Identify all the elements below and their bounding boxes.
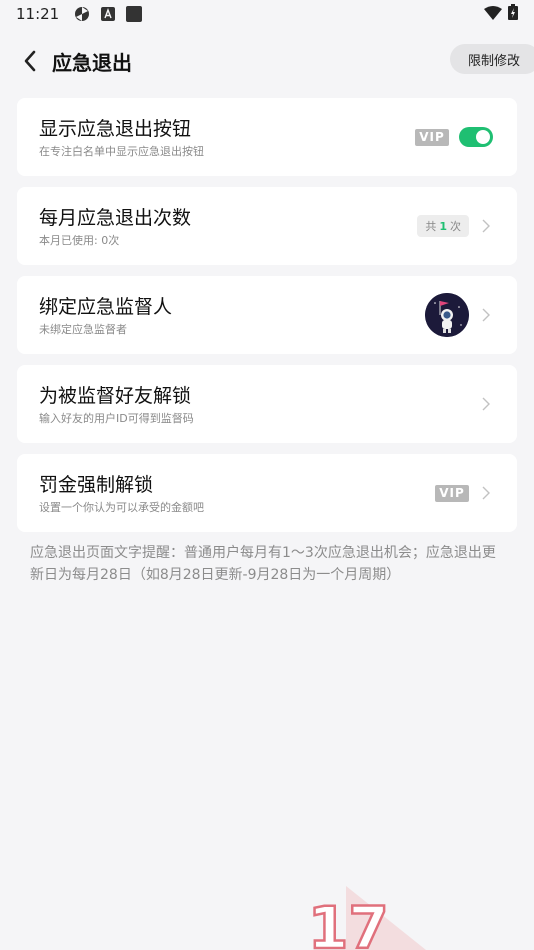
vip-badge: VIP <box>435 484 469 502</box>
setting-penalty-unlock[interactable]: 罚金强制解锁 设置一个你认为可以承受的金额吧 VIP <box>17 454 517 532</box>
watermark-logo: 17 <box>306 886 426 950</box>
setting-title: 显示应急退出按钮 <box>39 118 192 140</box>
chevron-right-icon <box>479 307 493 323</box>
a-icon <box>99 5 117 23</box>
status-time: 11:21 <box>16 5 60 23</box>
vip-badge: VIP <box>415 128 449 146</box>
battery-icon <box>508 4 518 24</box>
show-exit-toggle[interactable] <box>459 127 493 147</box>
reminder-note: 应急退出页面文字提醒：普通用户每月有1～3次应急退出机会；应急退出更新日为每月2… <box>30 545 496 583</box>
setting-subtitle: 输入好友的用户ID可得到监督码 <box>39 412 194 425</box>
page-title: 应急退出 <box>52 50 132 75</box>
back-button[interactable] <box>10 41 50 81</box>
wifi-icon <box>484 5 502 24</box>
setting-show-exit-button[interactable]: 显示应急退出按钮 在专注白名单中显示应急退出按钮 VIP <box>17 98 517 176</box>
chevron-right-icon <box>479 485 493 501</box>
limit-modify-button[interactable]: 限制修改 <box>449 44 534 74</box>
setting-subtitle: 在专注白名单中显示应急退出按钮 <box>39 145 204 158</box>
setting-title: 罚金强制解锁 <box>39 474 154 496</box>
count-prefix: 共 <box>425 220 437 233</box>
setting-subtitle: 设置一个你认为可以承受的金额吧 <box>39 501 204 514</box>
chevron-right-icon <box>479 218 493 234</box>
watermark-text: 17 <box>308 894 389 950</box>
count-pill: 共 1 次 <box>417 215 469 237</box>
setting-unlock-friend[interactable]: 为被监督好友解锁 输入好友的用户ID可得到监督码 <box>17 365 517 443</box>
setting-monthly-exit-count[interactable]: 每月应急退出次数 本月已使用: 0次 共 1 次 <box>17 187 517 265</box>
count-suffix: 次 <box>450 220 461 233</box>
setting-subtitle: 未绑定应急监督者 <box>39 323 127 336</box>
back-arrow-icon <box>24 50 36 72</box>
status-bar: 11:21 <box>0 0 534 28</box>
toggle-knob <box>476 130 490 144</box>
astronaut-avatar <box>425 293 469 337</box>
pinwheel-icon <box>73 5 91 23</box>
square-icon <box>125 5 143 23</box>
count-value: 1 <box>439 219 447 233</box>
chevron-right-icon <box>479 396 493 412</box>
setting-title: 绑定应急监督人 <box>39 296 173 318</box>
setting-bind-supervisor[interactable]: 绑定应急监督人 未绑定应急监督者 <box>17 276 517 354</box>
setting-title: 为被监督好友解锁 <box>39 385 192 407</box>
setting-subtitle: 本月已使用: 0次 <box>39 234 120 247</box>
header: 应急退出 限制修改 <box>0 40 534 82</box>
setting-title: 每月应急退出次数 <box>39 207 192 229</box>
